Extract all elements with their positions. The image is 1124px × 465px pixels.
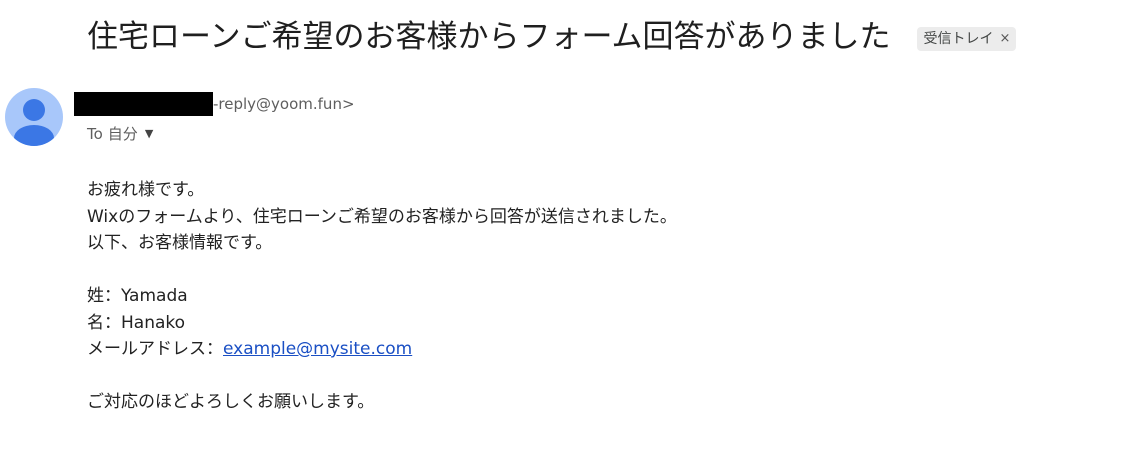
person-icon [14, 99, 54, 146]
to-label: To [87, 125, 103, 143]
body-line-1: Wixのフォームより、住宅ローンご希望のお客様から回答が送信されました。 [87, 206, 677, 227]
body-closing: ご対応のほどよろしくお願いします。 [87, 392, 375, 412]
body-greeting: お疲れ様です。 [87, 180, 205, 200]
email-body: お疲れ様です。 Wixのフォームより、住宅ローンご希望のお客様から回答が送信され… [87, 177, 677, 416]
recipient-name: 自分 [107, 125, 138, 143]
field-last-name-label: 姓： [87, 286, 121, 306]
field-first-name-label: 名： [87, 312, 121, 333]
field-email: メールアドレス：example@mysite.com [87, 336, 677, 363]
body-line-2: 以下、お客様情報です。 [87, 233, 273, 253]
inbox-label-chip[interactable]: 受信トレイ × [916, 27, 1017, 51]
field-first-name: 名：Hanako [87, 310, 677, 337]
inbox-label-text: 受信トレイ [923, 31, 994, 47]
sender-email[interactable]: -reply@yoom.fun> [213, 92, 355, 116]
redacted-sender-name [74, 92, 213, 116]
field-last-name: 姓：Yamada [87, 283, 677, 310]
email-subject: 住宅ローンご希望のお客様からフォーム回答がありました [87, 19, 891, 55]
recipient-row: To 自分 ▼ [87, 123, 153, 145]
remove-label-icon[interactable]: × [1000, 29, 1011, 49]
chevron-down-icon[interactable]: ▼ [145, 123, 153, 145]
email-view: 住宅ローンご希望のお客様からフォーム回答がありました 受信トレイ × -repl… [0, 0, 1124, 465]
sender-row: -reply@yoom.fun> [74, 92, 355, 116]
field-email-label: メールアドレス： [87, 339, 223, 359]
subject-row: 住宅ローンご希望のお客様からフォーム回答がありました 受信トレイ × [87, 14, 1017, 60]
field-last-name-value: Yamada [121, 286, 188, 306]
sender-avatar[interactable] [5, 88, 63, 146]
field-first-name-value: Hanako [121, 312, 186, 333]
email-link[interactable]: example@mysite.com [223, 339, 412, 359]
